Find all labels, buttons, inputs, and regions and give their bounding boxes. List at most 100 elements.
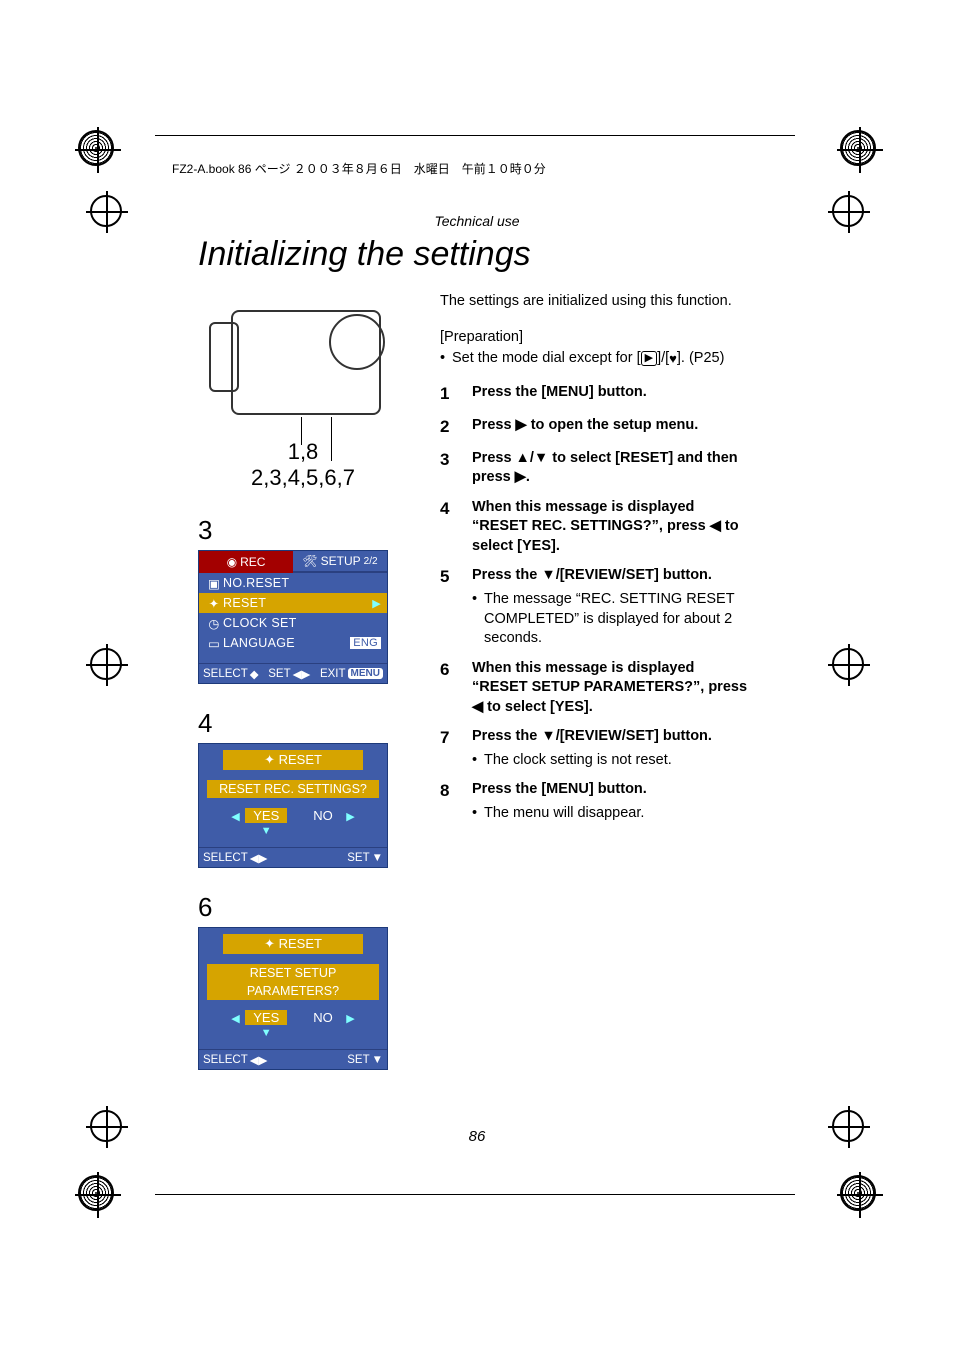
step-6: 6 When this message is displayed “RESET …: [440, 659, 750, 718]
dialog-title: ✦ RESET: [223, 750, 363, 770]
steps-list: 1 Press the [MENU] button. 2 Press ▶ to …: [440, 383, 750, 824]
menu-row-noreset: ▣ NO.RESET: [199, 573, 387, 593]
step-sub-text: The message “REC. SETTING RESET COMPLETE…: [484, 590, 750, 649]
tab-setup-label: SETUP: [321, 554, 361, 568]
preparation-bullet: • Set the mode dial except for [▶]/[]. (…: [440, 349, 750, 369]
reset-icon: ✦: [205, 596, 223, 611]
right-column: The settings are initialized using this …: [440, 292, 750, 1070]
footer-select: SELECT: [203, 852, 248, 864]
figure-number-3: 3: [198, 515, 408, 546]
reset-icon: ✦: [264, 752, 275, 767]
camera-callout-bottom: 2,3,4,5,6,7: [198, 465, 408, 491]
choice-no-label: NO: [313, 808, 333, 823]
menu-label: NO.RESET: [223, 576, 381, 590]
page-number: 86: [469, 1128, 486, 1145]
step-text: Press the [MENU] button.: [472, 384, 647, 400]
step-number: 3: [440, 449, 454, 488]
dialog-title: ✦ RESET: [223, 934, 363, 954]
arrow-down-icon: ▼: [261, 825, 272, 837]
clock-icon: ◷: [205, 616, 223, 631]
step-text: /[REVIEW/SET] button.: [556, 567, 712, 583]
menu-pill: MENU: [348, 668, 383, 679]
menu-row-reset: ✦ RESET ▶: [199, 593, 387, 613]
step-text: to select [YES].: [483, 699, 593, 715]
arrow-right-icon: ▶: [516, 417, 527, 433]
lcd-screen-reset-setup: ✦ RESET RESET SETUP PARAMETERS? ◀ YES ▼ …: [198, 927, 388, 1070]
tab-rec-label: REC: [240, 555, 265, 569]
choice-no: NO ▶: [305, 808, 341, 823]
footer-select: SELECT: [203, 668, 248, 680]
arrow-right-icon: ▶: [372, 597, 381, 610]
prep-text-c: ]. (P25): [677, 350, 725, 366]
preparation-heading: [Preparation]: [440, 328, 750, 348]
figure-number-4: 4: [198, 708, 408, 739]
choice-no: NO ▶: [305, 1010, 341, 1025]
registration-mark-icon: [78, 130, 114, 166]
menu-label: LANGUAGE: [223, 636, 350, 650]
arrow-down-icon: ▼: [541, 728, 555, 744]
choice-yes: ◀ YES ▼: [245, 808, 287, 823]
arrow-down-icon: ▼: [372, 1054, 383, 1066]
step-1: 1 Press the [MENU] button.: [440, 383, 750, 406]
step-number: 2: [440, 416, 454, 439]
crosshair-icon: [90, 648, 122, 680]
menu-row-clockset: ◷ CLOCK SET: [199, 613, 387, 633]
menu-row-language: ▭ LANGUAGE ENG: [199, 633, 387, 653]
menu-value: ENG: [350, 637, 381, 649]
arrow-right-icon: ▶: [346, 1012, 354, 1025]
updown-icon: ◆: [250, 667, 259, 681]
crosshair-icon: [832, 195, 864, 227]
arrow-right-icon: ▶: [515, 469, 526, 485]
step-number: 8: [440, 780, 454, 823]
step-4: 4 When this message is displayed “RESET …: [440, 498, 750, 557]
step-number: 7: [440, 727, 454, 770]
registration-mark-icon: [840, 130, 876, 166]
step-number: 6: [440, 659, 454, 718]
dialog-title-label: RESET: [279, 936, 322, 951]
registration-mark-icon: [840, 1175, 876, 1211]
arrow-down-icon: ▼: [372, 852, 383, 864]
left-column: 1,8 2,3,4,5,6,7 3 ◉ REC 🛠 SETUP 2/2: [198, 292, 408, 1070]
step-5: 5 Press the ▼/[REVIEW/SET] button. •The …: [440, 566, 750, 648]
step-text: Press: [472, 417, 516, 433]
lcd-footer: SELECT◆ SET◀▶ EXIT MENU: [199, 663, 387, 683]
dialog-question: RESET REC. SETTINGS?: [207, 780, 379, 798]
menu-label: CLOCK SET: [223, 616, 381, 630]
step-3: 3 Press ▲/▼ to select [RESET] and then p…: [440, 449, 750, 488]
crosshair-icon: [90, 1110, 122, 1142]
arrow-left-icon: ◀: [472, 699, 483, 715]
lcd-screen-menu: ◉ REC 🛠 SETUP 2/2 ▣ NO.RESET ✦ RESET: [198, 550, 388, 684]
registration-mark-icon: [78, 1175, 114, 1211]
playback-icon: ▶: [641, 351, 657, 366]
step-2: 2 Press ▶ to open the setup menu.: [440, 416, 750, 439]
figure-number-6: 6: [198, 892, 408, 923]
footer-exit: EXIT: [320, 668, 346, 680]
intro-text: The settings are initialized using this …: [440, 292, 750, 312]
step-7: 7 Press the ▼/[REVIEW/SET] button. •The …: [440, 727, 750, 770]
step-8: 8 Press the [MENU] button. •The menu wil…: [440, 780, 750, 823]
footer-select: SELECT: [203, 1054, 248, 1066]
footer-set: SET: [268, 668, 290, 680]
arrow-updown-icon: ▲/▼: [516, 450, 549, 466]
step-text: /[REVIEW/SET] button.: [556, 728, 712, 744]
step-text: .: [526, 469, 530, 485]
step-number: 1: [440, 383, 454, 406]
step-text: to open the setup menu.: [527, 417, 699, 433]
step-number: 4: [440, 498, 454, 557]
camera-illustration: [213, 292, 393, 437]
step-sub-text: The clock setting is not reset.: [484, 751, 750, 771]
arrow-left-icon: ◀: [231, 1012, 239, 1025]
dialog-question-line1: RESET SETUP: [207, 964, 379, 982]
leftright-icon: ◀▶: [250, 851, 268, 865]
step-text: When this message is displayed “RESET RE…: [472, 499, 710, 535]
heart-icon: [669, 350, 677, 366]
dialog-question-line2: PARAMETERS?: [207, 982, 379, 1000]
arrow-right-icon: ▶: [346, 810, 354, 823]
page-title: Initializing the settings: [198, 235, 756, 274]
arrow-down-icon: ▼: [261, 1027, 272, 1039]
arrow-down-icon: ▼: [541, 567, 555, 583]
step-text: Press: [472, 450, 516, 466]
reset-icon: ✦: [264, 936, 275, 951]
dialog-title-label: RESET: [279, 752, 322, 767]
arrow-left-icon: ◀: [710, 518, 721, 534]
